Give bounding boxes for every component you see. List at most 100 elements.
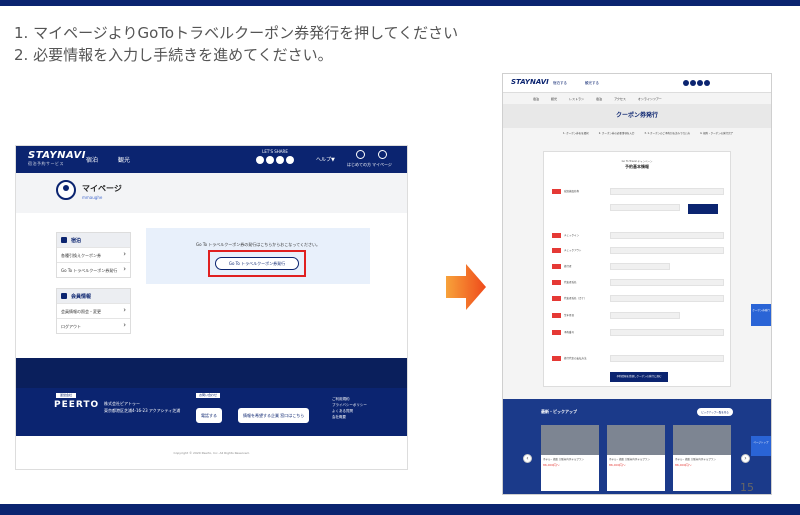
hotel-photo xyxy=(607,425,665,455)
instagram-icon[interactable] xyxy=(704,80,710,86)
representative-kana-input[interactable] xyxy=(610,295,724,302)
menu-item-coupons[interactable]: 各種引換えクーポン券 xyxy=(57,247,130,262)
hotel-card[interactable]: ホテル・旅館 大阪市内ホテルプラン 86,000円〜 xyxy=(541,425,599,491)
facility-select[interactable] xyxy=(610,188,724,195)
person-icon xyxy=(61,293,67,299)
representative-name-input[interactable] xyxy=(610,279,724,286)
required-badge xyxy=(552,189,561,194)
menu-item-goto-coupon[interactable]: Go To トラベルクーポン券発行 xyxy=(57,262,130,277)
hotel-card[interactable]: ホテル・旅館 大阪市内ホテルプラン 86,000円〜 xyxy=(607,425,665,491)
coupon-page-title: クーポン券発行 xyxy=(503,104,771,128)
user-icon[interactable] xyxy=(378,150,387,159)
tab-lodging[interactable]: 宿泊 xyxy=(596,97,602,101)
hotel-card[interactable]: ホテル・旅館 大阪市内ホテルプラン 86,000円〜 xyxy=(673,425,731,491)
step-1: 1. クーポン券をを選択 xyxy=(563,132,589,135)
site-footer: 運営会社 PEERTO 株式会社ピアトゥー 東京都港区芝浦4-16-23 アクア… xyxy=(16,358,407,436)
carousel-prev-icon[interactable]: ‹ xyxy=(523,454,532,463)
hotel-photo xyxy=(541,425,599,455)
checkout-date-input[interactable] xyxy=(610,247,724,254)
recommend-list-button[interactable]: ピックアップ一覧を見る xyxy=(697,408,733,416)
nav-sightseeing-right[interactable]: 観光する xyxy=(585,81,599,86)
help-circle-icon[interactable] xyxy=(356,150,365,159)
progress-steps: 1. クーポン券をを選択 2. クーポン券の必要事項を入力 3. 1.クーポンの… xyxy=(563,131,733,135)
form-row: 代表者氏名 xyxy=(552,279,726,287)
contact-tag: お問い合わせ xyxy=(196,393,220,398)
form-row: チェックアウト xyxy=(552,247,726,255)
menu-item-member-info[interactable]: 会員情報の照会・変更 xyxy=(57,303,130,318)
tab-restaurant[interactable]: レストラン xyxy=(569,97,584,101)
peerto-logo[interactable]: PEERTO xyxy=(54,400,99,410)
avatar-icon xyxy=(56,180,76,200)
required-badge xyxy=(552,233,561,238)
form-row: 生年月日 xyxy=(552,312,726,320)
travelers-input[interactable] xyxy=(610,263,670,270)
line-icon[interactable] xyxy=(276,156,284,164)
form-row: 旅行者 xyxy=(552,263,726,271)
menu-item-logout[interactable]: ログアウト xyxy=(57,318,130,333)
required-badge xyxy=(552,264,561,269)
corp-address: 東京都港区芝浦4-16-23 アクアシティ芝浦 xyxy=(104,408,181,413)
banner-text: Go To トラベルクーポン券の発行はこちらからおこなってください。 xyxy=(196,242,320,247)
form-site-logo[interactable]: STAYNAVI xyxy=(511,78,549,86)
register-and-issue-button[interactable]: 予約情報を登録しクーポンの発行に進む xyxy=(610,372,668,382)
tab-sightseeing[interactable]: 観光 xyxy=(551,97,557,101)
page-title: マイページ xyxy=(82,184,122,193)
line-icon[interactable] xyxy=(697,80,703,86)
side-coupon-tab[interactable]: クーポン券発行 xyxy=(751,304,771,326)
corporate-contact-button[interactable]: 情報を希望する企業 窓口はこちら xyxy=(238,408,310,423)
site-header: STAYNAVI 宿泊予約サービス 宿泊 観光 LET'S SHARE ヘルプ▼ … xyxy=(16,146,407,173)
birthdate-input[interactable] xyxy=(610,312,680,319)
form-subtitle: Go To Travel キャンペーン xyxy=(621,160,653,163)
operator-tag: 運営会社 xyxy=(56,393,76,398)
coupon-form-screenshot: STAYNAVI 宿泊する 観光する 宿泊 観光 レストラン 宿泊 アクセス オ… xyxy=(502,73,772,495)
twitter-icon[interactable] xyxy=(690,80,696,86)
first-time-label: はじめての方 xyxy=(347,162,371,167)
step-3: 3. 1.クーポンのご予約がお済みでない方 xyxy=(644,132,690,135)
phone-button[interactable]: 電話する xyxy=(196,408,222,423)
facebook-icon[interactable] xyxy=(256,156,264,164)
help-menu[interactable]: ヘルプ▼ xyxy=(316,156,335,163)
copyright: Copyright © 2020 Peerto, Inc. All Rights… xyxy=(173,451,250,455)
share-label: LET'S SHARE xyxy=(262,149,288,154)
highlight-box: Go To トラベルクーポン券発行 xyxy=(208,250,306,277)
corp-info: 株式会社ピアトゥー 東京都港区芝浦4-16-23 アクアシティ芝浦 xyxy=(104,400,180,414)
profile-header: マイページ mmaughe xyxy=(16,173,407,213)
search-button[interactable] xyxy=(688,204,718,214)
required-badge xyxy=(552,248,561,253)
required-badge xyxy=(552,296,561,301)
recommend-title: 最新・ピックアップ xyxy=(541,409,577,414)
facebook-icon[interactable] xyxy=(683,80,689,86)
form-row: 旅行代金の支払方法 xyxy=(552,355,726,363)
nav-stay-right[interactable]: 宿泊する xyxy=(553,81,567,86)
instagram-icon[interactable] xyxy=(286,156,294,164)
required-badge xyxy=(552,280,561,285)
tab-online-tour[interactable]: オンラインツアー xyxy=(638,97,662,101)
side-pagetop-tab[interactable]: ページトップ xyxy=(751,436,771,456)
form-row: 代表者氏名（カナ） xyxy=(552,295,726,303)
step-2: 2. クーポン券の必要事項を入力 xyxy=(598,132,635,135)
site-logo[interactable]: STAYNAVI 宿泊予約サービス xyxy=(28,150,86,167)
link-company[interactable]: 会社概要 xyxy=(332,414,367,420)
username: mmaughe xyxy=(82,195,103,200)
facility-search-input[interactable] xyxy=(610,204,680,211)
checkin-date-input[interactable] xyxy=(610,232,724,239)
goto-coupon-issue-button[interactable]: Go To トラベルクーポン券発行 xyxy=(215,257,299,270)
reservation-form: Go To Travel キャンペーン 予約基本情報 宿泊施設名称 チェックイン… xyxy=(543,151,731,387)
mypage-label: マイページ xyxy=(372,162,392,167)
nav-sightseeing[interactable]: 観光 xyxy=(118,155,130,164)
form-row xyxy=(552,204,726,214)
mypage-screenshot: STAYNAVI 宿泊予約サービス 宿泊 観光 LET'S SHARE ヘルプ▼ … xyxy=(15,145,408,470)
share-group: LET'S SHARE xyxy=(256,149,294,164)
tab-access[interactable]: アクセス xyxy=(614,97,626,101)
tab-stay[interactable]: 宿泊 xyxy=(533,97,539,101)
share-icons-right xyxy=(683,80,710,86)
twitter-icon[interactable] xyxy=(266,156,274,164)
step-4: 4. 規約・クーポンの発行完了 xyxy=(699,132,734,135)
nav-stay[interactable]: 宿泊 xyxy=(86,155,98,164)
carousel-next-icon[interactable]: › xyxy=(741,454,750,463)
form-row: 予約番号 xyxy=(552,329,726,337)
instruction-step-1: 1. マイページよりGoToトラベルクーポン券発行を押してください xyxy=(14,24,459,42)
reservation-number-input[interactable] xyxy=(610,329,724,336)
payment-method-select[interactable] xyxy=(610,355,724,362)
form-row: 宿泊施設名称 xyxy=(552,188,726,196)
